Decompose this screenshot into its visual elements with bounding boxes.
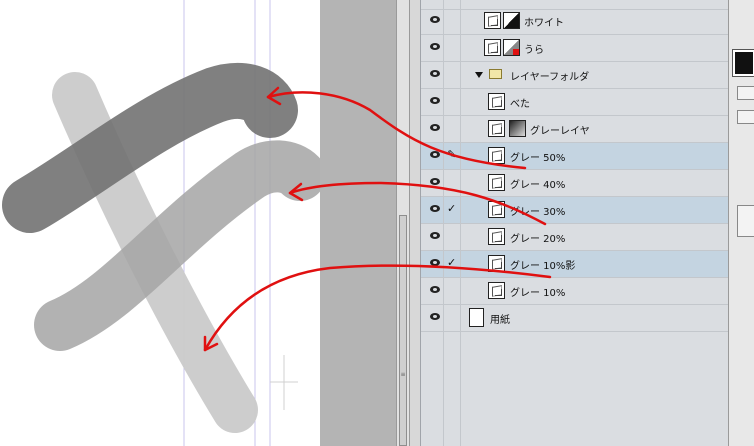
layer-name: グレー 50% bbox=[510, 153, 566, 164]
layer-name: グレー 10%影 bbox=[510, 261, 576, 272]
layer-row-selected[interactable]: ✓ グレー 30% bbox=[421, 197, 729, 224]
layer-name: グレー 40% bbox=[510, 180, 566, 191]
canvas-artwork bbox=[2, 0, 320, 446]
layer-row[interactable]: グレー 10% bbox=[421, 278, 729, 305]
eye-icon[interactable] bbox=[430, 259, 440, 266]
pen-icon: ✎ bbox=[447, 148, 457, 161]
layer-folder-row[interactable]: レイヤーフォルダ bbox=[421, 62, 729, 89]
red-marker-icon bbox=[513, 49, 519, 55]
layer-name: 用紙 bbox=[490, 315, 510, 326]
eye-icon[interactable] bbox=[430, 313, 440, 320]
layer-lock-column[interactable] bbox=[443, 278, 461, 305]
gradient-swatch-icon bbox=[509, 120, 526, 137]
layer-lock-column[interactable] bbox=[443, 224, 461, 251]
layer-thumbnail-icon bbox=[488, 174, 505, 191]
canvas-vertical-scrollbar[interactable]: ≡ bbox=[396, 0, 410, 446]
eye-icon[interactable] bbox=[430, 232, 440, 239]
layer-row[interactable]: うら bbox=[421, 35, 729, 62]
layer-thumbnail-icon bbox=[488, 282, 505, 299]
eye-icon[interactable] bbox=[430, 43, 440, 50]
folder-expand-triangle-icon[interactable] bbox=[475, 72, 483, 78]
layer-name: ホワイト bbox=[524, 18, 564, 29]
layer-panel: ホワイト うら レイヤーフォルダ べた グレーレイヤ ✎ グレー 50% グレー… bbox=[420, 0, 729, 446]
eye-icon[interactable] bbox=[430, 178, 440, 185]
color-swatch-icon bbox=[503, 12, 520, 29]
eye-icon[interactable] bbox=[430, 124, 440, 131]
layer-row-paper[interactable]: 用紙 bbox=[421, 305, 729, 332]
layer-lock-column[interactable] bbox=[443, 116, 461, 143]
layer-thumbnail-icon bbox=[488, 228, 505, 245]
layer-lock-column[interactable] bbox=[443, 305, 461, 332]
paper-icon bbox=[469, 308, 484, 327]
layer-lock-column[interactable] bbox=[443, 35, 461, 62]
layer-row-selected[interactable]: ✎ グレー 50% bbox=[421, 143, 729, 170]
layer-name: グレー 10% bbox=[510, 288, 566, 299]
eye-icon[interactable] bbox=[430, 286, 440, 293]
layer-thumbnail-icon bbox=[484, 12, 501, 29]
layer-row[interactable]: グレーレイヤ bbox=[421, 116, 729, 143]
layer-thumbnail-icon bbox=[484, 39, 501, 56]
layer-thumbnail-icon bbox=[488, 120, 505, 137]
layer-lock-column-empty bbox=[443, 332, 461, 446]
layer-row-selected[interactable]: ✓ グレー 10%影 bbox=[421, 251, 729, 278]
scrollbar-grip-icon: ≡ bbox=[400, 371, 406, 378]
layer-lock-column[interactable] bbox=[443, 8, 461, 35]
layer-thumbnail-icon bbox=[488, 147, 505, 164]
eye-icon[interactable] bbox=[430, 205, 440, 212]
eye-icon[interactable] bbox=[430, 70, 440, 77]
layer-name: べた bbox=[510, 99, 530, 110]
eye-icon[interactable] bbox=[430, 97, 440, 104]
layer-name: グレー 30% bbox=[510, 207, 566, 218]
layer-thumbnail-icon bbox=[488, 93, 505, 110]
layer-row[interactable]: グレー 40% bbox=[421, 170, 729, 197]
layer-row[interactable]: ホワイト bbox=[421, 8, 729, 35]
layer-row[interactable]: グレー 20% bbox=[421, 224, 729, 251]
layer-lock-column[interactable] bbox=[443, 62, 461, 89]
color-indicator-icon[interactable] bbox=[732, 49, 754, 77]
right-tool-strip bbox=[728, 0, 754, 446]
tool-button[interactable] bbox=[737, 110, 754, 124]
pasteboard-area bbox=[320, 0, 396, 446]
layer-row[interactable]: べた bbox=[421, 89, 729, 116]
layer-name: レイヤーフォルダ bbox=[510, 72, 590, 83]
layer-lock-column[interactable] bbox=[443, 89, 461, 116]
layer-thumbnail-icon bbox=[488, 201, 505, 218]
tool-button[interactable] bbox=[737, 205, 754, 237]
eye-icon[interactable] bbox=[430, 16, 440, 23]
tool-button[interactable] bbox=[737, 86, 754, 100]
layer-lock-column[interactable] bbox=[443, 170, 461, 197]
folder-icon bbox=[489, 69, 502, 79]
check-icon: ✓ bbox=[447, 202, 457, 215]
layer-thumbnail-icon bbox=[488, 255, 505, 272]
layer-name: うら bbox=[524, 45, 544, 56]
color-swatch-icon bbox=[503, 39, 520, 56]
scrollbar-thumb[interactable] bbox=[399, 215, 407, 446]
panel-gap bbox=[410, 0, 420, 446]
layer-name: グレー 20% bbox=[510, 234, 566, 245]
drawing-canvas[interactable] bbox=[0, 0, 320, 446]
eye-icon[interactable] bbox=[430, 151, 440, 158]
check-icon: ✓ bbox=[447, 256, 457, 269]
layer-name: グレーレイヤ bbox=[530, 126, 590, 137]
